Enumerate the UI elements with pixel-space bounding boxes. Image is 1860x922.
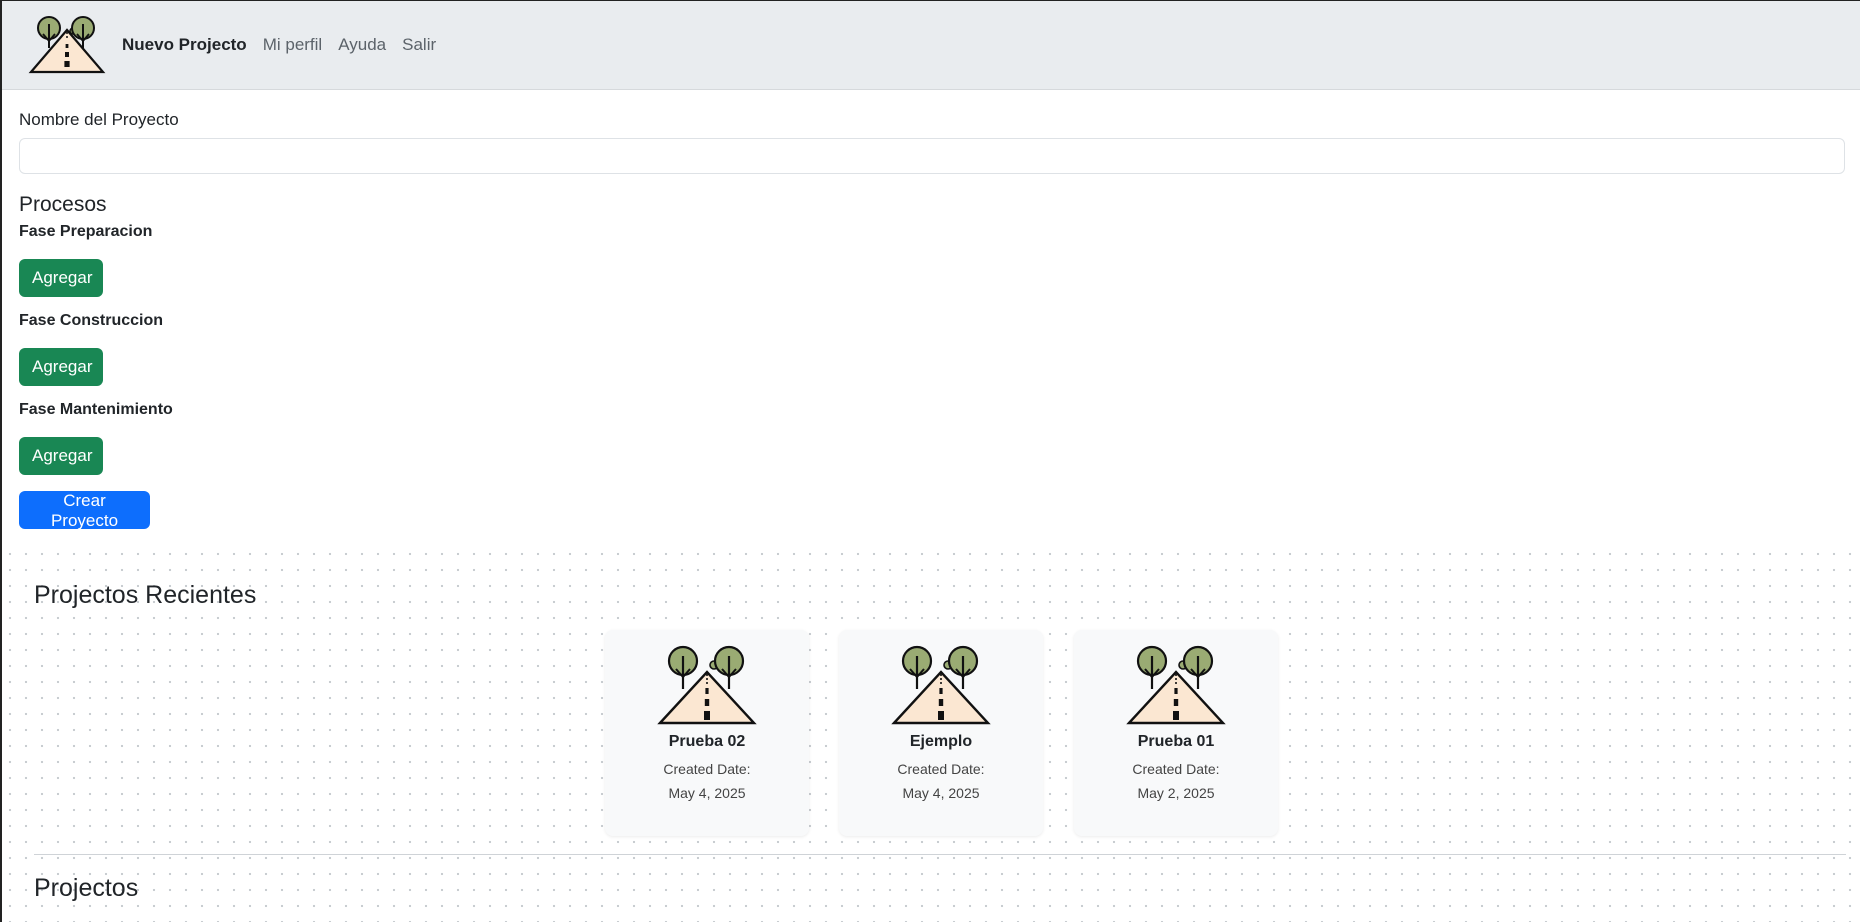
created-date-label: Created Date: [663,761,751,777]
projects-area: Projectos Recientes Prueba 02 Created Da… [2,546,1860,922]
add-mantenimiento-button[interactable]: Agregar [19,437,103,475]
top-navbar: Nuevo Projecto Mi perfil Ayuda Salir [2,1,1860,89]
add-preparacion-button[interactable]: Agregar [19,259,103,297]
project-card-title: Ejemplo [909,733,973,750]
nav-link-nuevo-projecto[interactable]: Nuevo Projecto [122,35,247,55]
created-date-value: May 4, 2025 [668,785,746,801]
road-trees-icon [1126,645,1226,725]
project-name-input[interactable] [19,138,1845,174]
brand-logo[interactable] [27,8,109,82]
project-card-prueba-02[interactable]: Prueba 02 Created Date: May 4, 2025 [605,630,809,836]
section-divider [34,854,1846,855]
created-date-value: May 2, 2025 [1137,785,1215,801]
projects-heading: Projectos [34,874,139,902]
new-project-form: Nombre del Proyecto Procesos Fase Prepar… [2,89,1860,547]
nav-link-ayuda[interactable]: Ayuda [338,35,386,55]
recent-projects-heading: Projectos Recientes [34,581,257,609]
processes-heading: Procesos [19,193,107,216]
created-date-label: Created Date: [897,761,985,777]
nav-link-mi-perfil[interactable]: Mi perfil [263,35,323,55]
project-name-label: Nombre del Proyecto [19,110,179,129]
nav-links: Nuevo Projecto Mi perfil Ayuda Salir [122,35,452,55]
created-date-value: May 4, 2025 [902,785,980,801]
add-construccion-button[interactable]: Agregar [19,348,103,386]
road-trees-logo-icon [28,16,106,74]
road-trees-icon [891,645,991,725]
road-trees-icon [657,645,757,725]
create-project-button[interactable]: Crear Proyecto [19,491,150,530]
phase-construccion-label: Fase Construccion [19,312,164,329]
phase-preparacion-label: Fase Preparacion [19,223,153,240]
project-card-ejemplo[interactable]: Ejemplo Created Date: May 4, 2025 [839,630,1043,836]
created-date-label: Created Date: [1132,761,1220,777]
phase-mantenimiento-label: Fase Mantenimiento [19,401,173,418]
project-card-title: Prueba 02 [668,733,746,750]
project-card-title: Prueba 01 [1137,733,1215,750]
project-card-prueba-01[interactable]: Prueba 01 Created Date: May 2, 2025 [1074,630,1278,836]
nav-link-salir[interactable]: Salir [402,35,436,55]
